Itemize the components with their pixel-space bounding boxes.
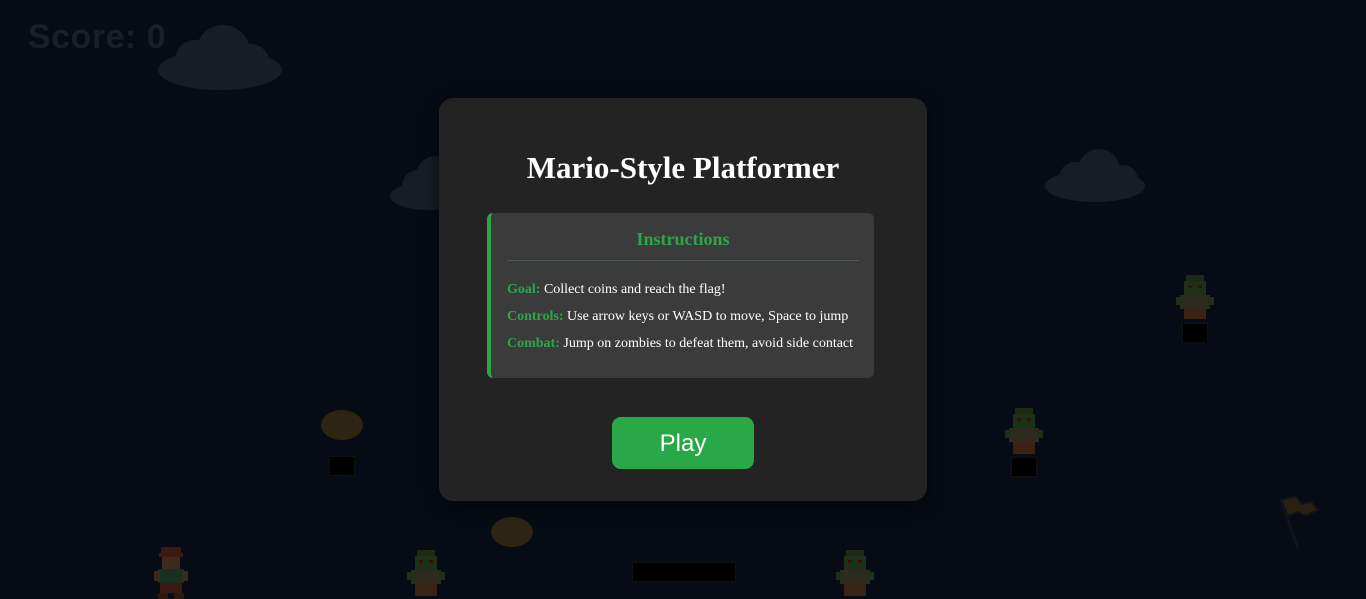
instruction-key: Combat:: [507, 336, 560, 351]
game-title: Mario-Style Platformer: [526, 150, 840, 185]
block-icon: [1182, 323, 1208, 343]
player-sprite-icon: [154, 547, 188, 599]
coin-icon: [321, 410, 363, 440]
zombie-sprite-icon: [1176, 275, 1214, 319]
score-display: Score: 0: [28, 18, 167, 56]
cloud-icon: [158, 25, 282, 90]
game-canvas[interactable]: Score: 0 Mario-Style Platformer Instruct…: [0, 0, 1366, 599]
zombie-sprite-icon: [1005, 408, 1043, 454]
instruction-goal: Goal: Collect coins and reach the flag!: [507, 281, 859, 299]
zombie-sprite-icon: [836, 550, 874, 596]
platform-block: [632, 562, 736, 582]
instruction-text: Jump on zombies to defeat them, avoid si…: [563, 336, 854, 351]
goal-flag-icon: [1278, 494, 1320, 549]
coin-icon: [491, 517, 533, 547]
play-button[interactable]: Play: [612, 417, 754, 469]
instruction-key: Goal:: [507, 282, 541, 297]
block-icon: [1011, 457, 1037, 477]
instruction-key: Controls:: [507, 309, 564, 324]
instructions-box: Instructions Goal: Collect coins and rea…: [487, 213, 874, 378]
cloud-icon: [1045, 149, 1145, 202]
block-icon: [329, 456, 355, 476]
instruction-text: Use arrow keys or WASD to move, Space to…: [567, 309, 849, 324]
instruction-combat: Combat: Jump on zombies to defeat them, …: [507, 335, 859, 353]
zombie-sprite-icon: [407, 550, 445, 596]
instruction-controls: Controls: Use arrow keys or WASD to move…: [507, 308, 859, 326]
instruction-text: Collect coins and reach the flag!: [543, 282, 726, 297]
start-menu-panel: Mario-Style Platformer Instructions Goal…: [439, 98, 927, 501]
instructions-heading: Instructions: [507, 229, 859, 261]
